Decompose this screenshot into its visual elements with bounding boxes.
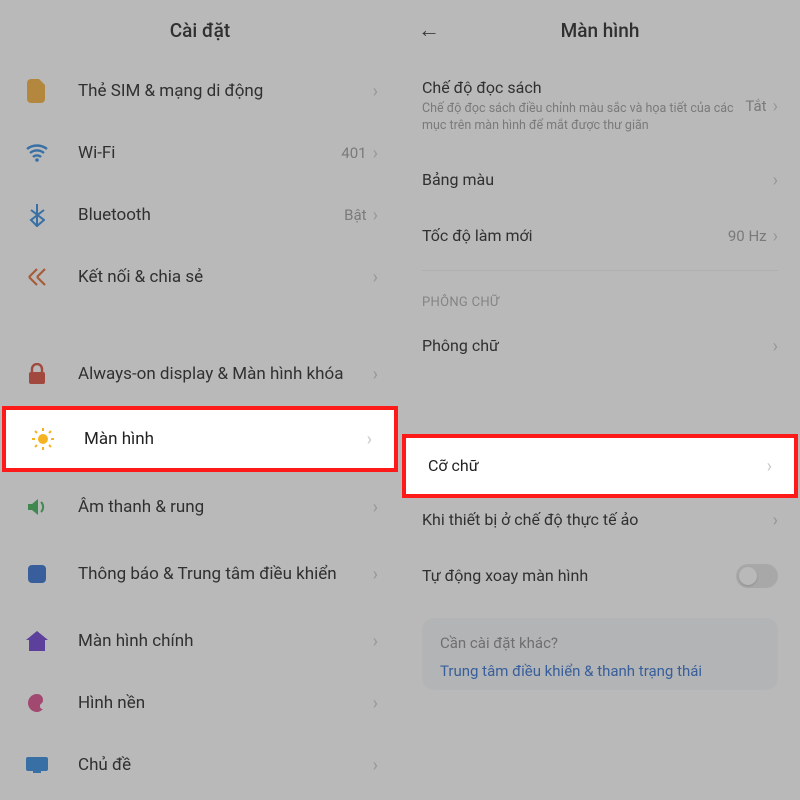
bluetooth-icon bbox=[22, 200, 52, 230]
autorotate-toggle[interactable] bbox=[736, 564, 778, 588]
lock-icon bbox=[22, 359, 52, 389]
row-label: Phông chữ bbox=[422, 336, 773, 357]
display-header: ← Màn hình bbox=[400, 0, 800, 60]
chevron-right-icon: › bbox=[373, 693, 378, 714]
display-pane: ← Màn hình Chế độ đọc sách Chế độ đọc sá… bbox=[400, 0, 800, 800]
share-icon bbox=[22, 262, 52, 292]
row-label: Tự động xoay màn hình bbox=[422, 566, 736, 587]
display-item-reading-mode[interactable]: Chế độ đọc sách Chế độ đọc sách điều chỉ… bbox=[400, 60, 800, 152]
display-list: Chế độ đọc sách Chế độ đọc sách điều chỉ… bbox=[400, 60, 800, 690]
display-item-fontsize[interactable]: Cỡ chữ › bbox=[406, 438, 794, 494]
row-label: Âm thanh & rung bbox=[78, 496, 373, 518]
row-value: 90 Hz bbox=[728, 227, 767, 245]
display-title: Màn hình bbox=[561, 19, 640, 42]
chevron-right-icon: › bbox=[773, 170, 778, 191]
chevron-right-icon: › bbox=[373, 81, 378, 102]
settings-item-display[interactable]: Màn hình › bbox=[6, 410, 394, 468]
reading-mode-title: Chế độ đọc sách bbox=[422, 78, 735, 97]
highlight-display: Màn hình › bbox=[2, 406, 398, 472]
row-label: Thẻ SIM & mạng di động bbox=[78, 80, 373, 102]
more-settings-question: Cần cài đặt khác? bbox=[440, 634, 760, 652]
chevron-right-icon: › bbox=[773, 96, 778, 117]
row-label: Cỡ chữ bbox=[428, 456, 767, 477]
row-label: Thông báo & Trung tâm điều khiển bbox=[78, 563, 373, 585]
chevron-right-icon: › bbox=[773, 336, 778, 357]
chevron-right-icon: › bbox=[373, 497, 378, 518]
settings-item-sim[interactable]: Thẻ SIM & mạng di động › bbox=[0, 60, 400, 122]
settings-item-share[interactable]: Kết nối & chia sẻ › bbox=[0, 246, 400, 308]
chevron-right-icon: › bbox=[373, 143, 378, 164]
settings-item-theme[interactable]: Chủ đề › bbox=[0, 734, 400, 796]
chevron-right-icon: › bbox=[373, 205, 378, 226]
wifi-icon bbox=[22, 138, 52, 168]
display-item-autorotate[interactable]: Tự động xoay màn hình bbox=[400, 548, 800, 604]
settings-item-sound[interactable]: Âm thanh & rung › bbox=[0, 476, 400, 538]
display-item-font[interactable]: Phông chữ › bbox=[400, 318, 800, 374]
notification-icon bbox=[22, 559, 52, 589]
settings-title: Cài đặt bbox=[170, 19, 230, 42]
wallpaper-icon bbox=[22, 688, 52, 718]
row-label: Hình nền bbox=[78, 692, 373, 714]
chevron-right-icon: › bbox=[773, 510, 778, 531]
chevron-right-icon: › bbox=[373, 631, 378, 652]
more-settings-card: Cần cài đặt khác? Trung tâm điều khiển &… bbox=[422, 618, 778, 690]
row-label: Khi thiết bị ở chế độ thực tế ảo bbox=[422, 510, 773, 531]
settings-item-wallpaper[interactable]: Hình nền › bbox=[0, 672, 400, 734]
display-item-color-scheme[interactable]: Bảng màu › bbox=[400, 152, 800, 208]
settings-item-bluetooth[interactable]: Bluetooth Bật › bbox=[0, 184, 400, 246]
chevron-right-icon: › bbox=[767, 456, 772, 477]
display-item-vr[interactable]: Khi thiết bị ở chế độ thực tế ảo › bbox=[400, 492, 800, 548]
highlight-fontsize: Cỡ chữ › bbox=[402, 434, 798, 498]
chevron-right-icon: › bbox=[367, 429, 372, 450]
row-label: Kết nối & chia sẻ bbox=[78, 266, 373, 288]
chevron-right-icon: › bbox=[373, 564, 378, 585]
chevron-right-icon: › bbox=[373, 364, 378, 385]
chevron-right-icon: › bbox=[373, 267, 378, 288]
row-label: Màn hình chính bbox=[78, 630, 373, 652]
settings-item-home[interactable]: Màn hình chính › bbox=[0, 610, 400, 672]
row-label: Bảng màu bbox=[422, 170, 773, 191]
section-font: PHÔNG CHỮ bbox=[400, 277, 800, 318]
row-label: Chủ đề bbox=[78, 754, 373, 776]
settings-item-aod[interactable]: Always-on display & Màn hình khóa › bbox=[0, 338, 400, 410]
chevron-right-icon: › bbox=[373, 755, 378, 776]
reading-mode-desc: Chế độ đọc sách điều chỉnh màu sắc và họ… bbox=[422, 101, 735, 135]
display-item-refresh-rate[interactable]: Tốc độ làm mới 90 Hz › bbox=[400, 208, 800, 264]
row-label: Always-on display & Màn hình khóa bbox=[78, 363, 373, 385]
sound-icon bbox=[22, 492, 52, 522]
home-icon bbox=[22, 626, 52, 656]
row-value: Bật bbox=[344, 206, 366, 224]
sun-icon bbox=[28, 424, 58, 454]
sim-icon bbox=[22, 76, 52, 106]
settings-header: Cài đặt bbox=[0, 0, 400, 60]
row-label: Tốc độ làm mới bbox=[422, 226, 728, 247]
chevron-right-icon: › bbox=[773, 226, 778, 247]
row-label: Wi-Fi bbox=[78, 142, 341, 164]
back-button[interactable]: ← bbox=[418, 17, 440, 43]
theme-icon bbox=[22, 750, 52, 780]
settings-item-wifi[interactable]: Wi-Fi 401 › bbox=[0, 122, 400, 184]
row-label: Màn hình bbox=[84, 428, 367, 450]
settings-pane: Cài đặt Thẻ SIM & mạng di động › Wi-Fi 4… bbox=[0, 0, 400, 800]
row-label: Bluetooth bbox=[78, 204, 344, 226]
row-value: Tắt bbox=[745, 97, 766, 115]
more-settings-link[interactable]: Trung tâm điều khiển & thanh trạng thái bbox=[440, 662, 760, 680]
settings-item-notif[interactable]: Thông báo & Trung tâm điều khiển › bbox=[0, 538, 400, 610]
row-value: 401 bbox=[341, 144, 366, 162]
